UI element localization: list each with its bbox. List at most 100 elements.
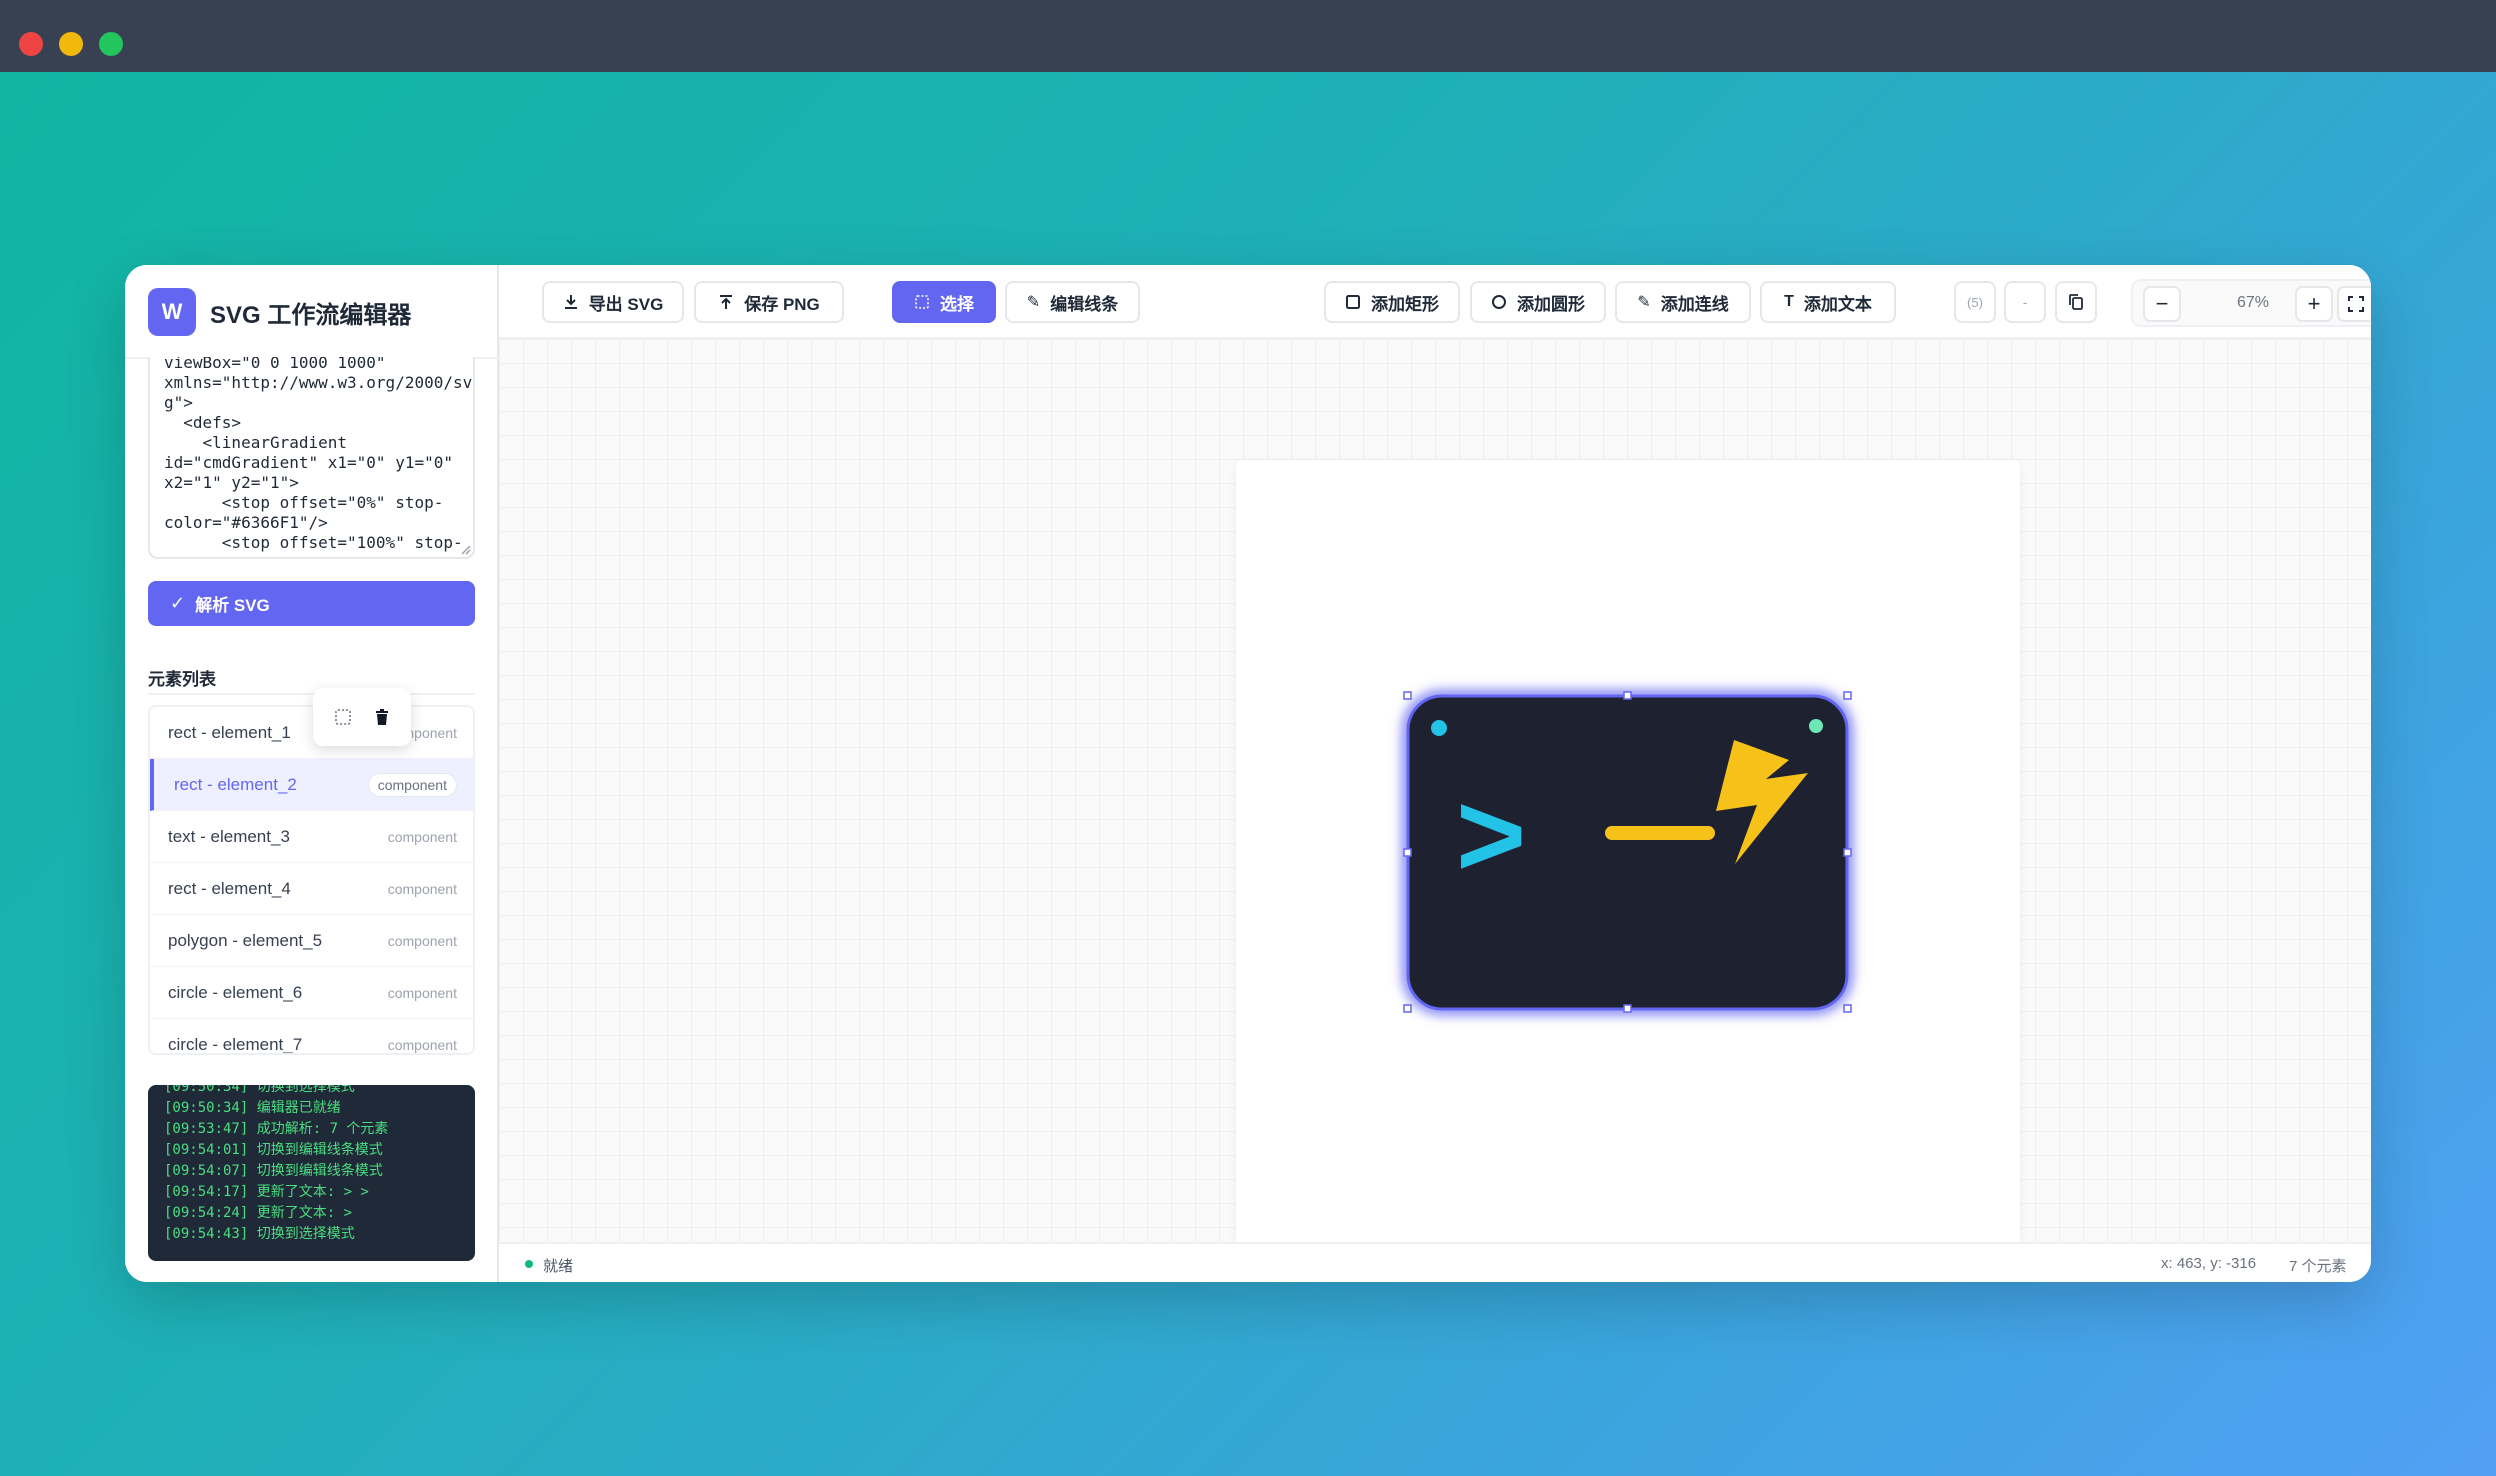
- zoom-out-button[interactable]: −: [2143, 286, 2181, 322]
- pencil-icon: ✎: [1026, 294, 1041, 311]
- list-item[interactable]: text - element_3 component: [150, 811, 473, 863]
- plus-icon: +: [2307, 291, 2321, 316]
- save-png-button[interactable]: 保存 PNG: [694, 281, 844, 323]
- element-tag: component: [387, 880, 457, 897]
- list-item[interactable]: circle - element_6 component: [150, 967, 473, 1019]
- add-rect-button[interactable]: 添加矩形: [1324, 281, 1460, 323]
- export-svg-label: 导出 SVG: [588, 294, 664, 314]
- dot-left[interactable]: [1431, 720, 1447, 736]
- element-name: text - element_3: [168, 826, 290, 846]
- redo-button[interactable]: -: [2004, 281, 2046, 323]
- os-title-bar: [0, 0, 2496, 72]
- parse-svg-label: 解析 SVG: [195, 596, 270, 615]
- code-line: color="#6366F1"/>: [164, 513, 328, 532]
- parse-svg-button[interactable]: ✓ 解析 SVG: [148, 581, 475, 626]
- element-hover-actions: [313, 688, 411, 746]
- add-line-label: 添加连线: [1660, 294, 1729, 314]
- log-line: [09:53:47] 成功解析: 7 个元素: [164, 1121, 389, 1137]
- log-line: [09:50:34] 编辑器已就绪: [164, 1100, 341, 1116]
- status-text: 就绪: [543, 1258, 574, 1275]
- upload-icon: [720, 295, 733, 309]
- check-icon: ✓: [170, 593, 186, 613]
- edit-lines-button[interactable]: ✎ 编辑线条: [1005, 281, 1140, 323]
- cursor-dash[interactable]: [1605, 826, 1715, 840]
- artboard-svg[interactable]: >: [1236, 460, 2020, 1244]
- code-line: id="cmdGradient" x1="0" y1="0": [164, 453, 453, 472]
- log-console: [09:50:34] 切换到选择模式 [09:50:34] 编辑器已就绪 [09:5…: [148, 1085, 475, 1261]
- dot-right[interactable]: [1809, 719, 1823, 733]
- app-logo: W: [148, 288, 196, 336]
- code-line: viewBox="0 0 1000 1000": [164, 357, 386, 372]
- zoom-controls: − 67% +: [2131, 279, 2371, 327]
- app-title: SVG 工作流编辑器: [210, 301, 412, 329]
- element-name: rect - element_2: [174, 774, 297, 794]
- copy-icon: [2069, 294, 2083, 310]
- select-icon: [915, 295, 929, 309]
- element-tag: component: [387, 828, 457, 845]
- code-line: g">: [164, 393, 193, 412]
- app-window: W SVG 工作流编辑器 viewBox="0 0 1000 1000" xmln…: [125, 265, 2371, 1282]
- resize-grip-icon[interactable]: [459, 543, 471, 555]
- canvas-area[interactable]: >: [499, 339, 2371, 1244]
- element-name: rect - element_4: [168, 878, 291, 898]
- pencil-icon: ✎: [1637, 294, 1651, 311]
- toolbar: 导出 SVG 保存 PNG 选择 ✎ 编辑线条 添加矩形 添加圆形 ✎ 添加连线…: [499, 265, 2371, 339]
- edit-lines-label: 编辑线条: [1050, 294, 1119, 314]
- cursor-coordinates: x: 463, y: -316: [2161, 1255, 2257, 1272]
- close-window-button[interactable]: [19, 32, 43, 56]
- element-tag: component: [387, 932, 457, 949]
- elements-section-title: 元素列表: [148, 670, 216, 689]
- add-text-button[interactable]: T 添加文本: [1760, 281, 1896, 323]
- code-line: <defs>: [164, 413, 242, 432]
- minus-icon: −: [2155, 291, 2169, 316]
- element-name: circle - element_7: [168, 1034, 303, 1054]
- code-line: x2="1" y2="1">: [164, 473, 299, 492]
- maximize-window-button[interactable]: [99, 32, 123, 56]
- circle-icon: [1492, 295, 1506, 309]
- list-item[interactable]: polygon - element_5 component: [150, 915, 473, 967]
- text-icon: T: [1784, 293, 1794, 310]
- status-bar: 就绪 x: 463, y: -316 7 个元素: [499, 1242, 2371, 1282]
- list-item[interactable]: rect - element_4 component: [150, 863, 473, 915]
- minimize-window-button[interactable]: [59, 32, 83, 56]
- log-line: [09:54:43] 切换到选择模式: [164, 1226, 355, 1242]
- save-png-label: 保存 PNG: [744, 294, 820, 314]
- zoom-level: 67%: [2236, 294, 2270, 311]
- sidebar: W SVG 工作流编辑器 viewBox="0 0 1000 1000" xmln…: [125, 265, 499, 1282]
- log-line: [09:54:01] 切换到编辑线条模式: [164, 1142, 383, 1158]
- select-label: 选择: [940, 294, 974, 314]
- code-line: <stop offset="100%" stop-: [164, 533, 463, 552]
- trash-icon[interactable]: [373, 708, 391, 726]
- element-tag: component: [367, 772, 457, 797]
- log-lines: [09:50:34] 切换到选择模式 [09:50:34] 编辑器已就绪 [09:5…: [164, 1085, 388, 1245]
- add-circle-button[interactable]: 添加圆形: [1470, 281, 1606, 323]
- artboard[interactable]: >: [1236, 460, 2020, 1244]
- element-count: 7 个元素: [2289, 1258, 2347, 1275]
- select-tool-button[interactable]: 选择: [892, 281, 996, 323]
- export-svg-button[interactable]: 导出 SVG: [542, 281, 684, 323]
- log-line: [09:54:07] 切换到编辑线条模式: [164, 1163, 383, 1179]
- prompt-symbol[interactable]: >: [1456, 768, 1526, 902]
- log-line: [09:54:17] 更新了文本: > >: [164, 1184, 369, 1200]
- element-tag: component: [387, 1036, 457, 1053]
- undo-label: (5): [1967, 294, 1983, 310]
- download-icon: [564, 295, 577, 309]
- select-element-icon[interactable]: [334, 708, 352, 726]
- element-name: circle - element_6: [168, 982, 303, 1002]
- element-list: rect - element_1 component rect - elemen…: [148, 705, 475, 1055]
- square-icon: [1346, 295, 1360, 309]
- element-tag: component: [387, 984, 457, 1001]
- svg-code-editor[interactable]: viewBox="0 0 1000 1000" xmlns="http://www…: [148, 357, 475, 559]
- element-name: rect - element_1: [168, 722, 291, 742]
- list-item-selected[interactable]: rect - element_2 component: [150, 759, 473, 811]
- fit-screen-button[interactable]: [2337, 286, 2371, 322]
- redo-label: -: [2022, 294, 2028, 310]
- zoom-in-button[interactable]: +: [2295, 286, 2333, 322]
- code-line: <stop offset="0%" stop-: [164, 493, 444, 512]
- log-line: [09:54:24] 更新了文本: >: [164, 1205, 353, 1221]
- duplicate-button[interactable]: [2055, 281, 2097, 323]
- list-item[interactable]: circle - element_7 component: [150, 1019, 473, 1054]
- add-line-button[interactable]: ✎ 添加连线: [1615, 281, 1751, 323]
- undo-button[interactable]: (5): [1954, 281, 1996, 323]
- code-line: xmlns="http://www.w3.org/2000/sv: [164, 373, 473, 392]
